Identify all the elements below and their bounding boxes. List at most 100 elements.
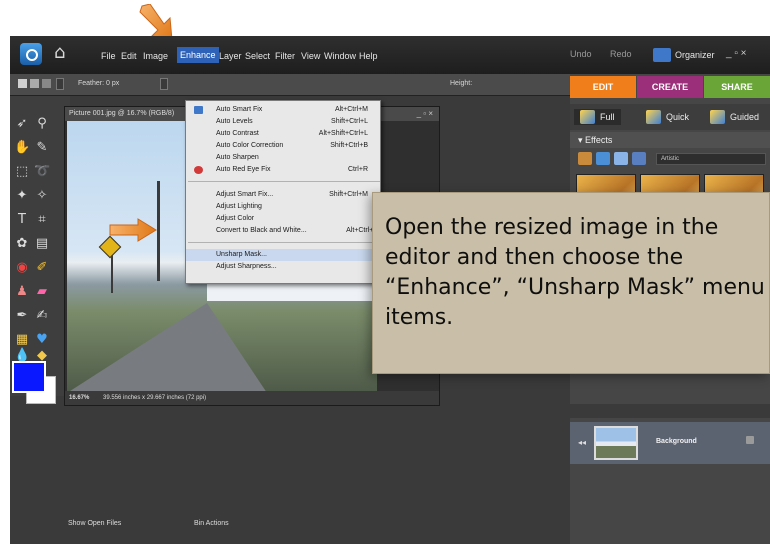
selection-add-icon[interactable] <box>30 79 39 88</box>
menu-item-auto-smart-fix[interactable]: Auto Smart Fix Alt+Ctrl+M <box>186 104 382 116</box>
menu-file[interactable]: File <box>98 49 119 63</box>
menu-item-label: Adjust Lighting <box>216 203 262 210</box>
smart-fix-icon <box>194 106 203 114</box>
menu-image[interactable]: Image <box>140 49 171 63</box>
brush-tool-icon[interactable]: ✒ <box>14 308 30 324</box>
quick-edit-icon <box>646 110 661 124</box>
mode-full-button[interactable]: Full <box>574 109 621 125</box>
lasso-tool-icon[interactable]: ➰ <box>34 164 50 180</box>
all-effects-icon[interactable] <box>632 152 646 165</box>
instruction-callout: Open the resized image in the editor and… <box>372 192 770 374</box>
mode-guided-button[interactable]: Guided <box>710 109 759 125</box>
edit-mode-row: Full Quick Guided <box>570 104 770 130</box>
layer-name: Background <box>656 438 697 445</box>
lock-icon[interactable] <box>746 436 754 444</box>
menu-item-convert-black-white[interactable]: Convert to Black and White... Alt+Ctrl+B <box>186 225 382 237</box>
eraser-tool-icon[interactable]: ▰ <box>34 284 50 300</box>
menu-item-auto-red-eye-fix[interactable]: Auto Red Eye Fix Ctrl+R <box>186 164 382 176</box>
menu-select[interactable]: Select <box>242 49 273 63</box>
pointer-arrow-right-icon <box>109 218 157 242</box>
cookie-cutter-tool-icon[interactable]: ✿ <box>14 236 30 252</box>
menu-filter[interactable]: Filter <box>272 49 298 63</box>
straighten-tool-icon[interactable]: ▤ <box>34 236 50 252</box>
menu-item-shortcut: Ctrl+R <box>347 166 368 173</box>
tab-edit[interactable]: EDIT <box>570 76 636 98</box>
menu-item-shortcut: Shift+Ctrl+B <box>330 142 368 149</box>
document-window-controls[interactable]: _ ▫ × <box>417 107 433 121</box>
hand-tool-icon[interactable]: ✋ <box>14 140 30 156</box>
gradient-tool-icon[interactable]: ▦ <box>14 332 30 348</box>
organizer-button[interactable]: Organizer <box>653 45 719 65</box>
foreground-color-swatch[interactable] <box>12 361 46 393</box>
menu-layer[interactable]: Layer <box>216 49 245 63</box>
home-icon[interactable]: ⌂ <box>54 44 65 62</box>
mode-quick-button[interactable]: Quick <box>646 109 689 125</box>
layer-row[interactable]: ◂◂ Background <box>570 422 770 464</box>
menu-window[interactable]: Window <box>321 49 359 63</box>
document-title: Picture 001.jpg @ 16.7% (RGB/8) <box>69 110 175 117</box>
menu-enhance[interactable]: Enhance <box>177 47 219 63</box>
bin-actions-menu[interactable]: Bin Actions <box>194 520 229 527</box>
anti-alias-checkbox[interactable] <box>160 78 168 90</box>
red-eye-tool-icon[interactable]: ◉ <box>14 260 30 276</box>
road <box>67 303 267 393</box>
photo-effects-icon[interactable] <box>614 152 628 165</box>
layer-styles-icon[interactable] <box>596 152 610 165</box>
menu-item-auto-sharpen[interactable]: Auto Sharpen <box>186 152 382 164</box>
redo-button[interactable]: Redo <box>610 49 632 59</box>
marquee-tool-icon[interactable]: ⬚ <box>14 164 30 180</box>
filters-icon[interactable] <box>578 152 592 165</box>
height-field[interactable]: Height: <box>450 80 472 87</box>
window-controls[interactable]: _ ▫ × <box>726 48 747 59</box>
magic-wand-tool-icon[interactable]: ✦ <box>14 188 30 204</box>
menu-item-adjust-sharpness[interactable]: Adjust Sharpness... <box>186 261 382 273</box>
callout-text: Open the resized image in the editor and… <box>385 215 765 330</box>
menu-item-shortcut: Alt+Shift+Ctrl+L <box>318 130 368 137</box>
layers-toolbar <box>570 404 770 418</box>
selection-subtract-icon[interactable] <box>42 79 51 88</box>
selection-new-icon[interactable] <box>18 79 27 88</box>
menu-item-auto-contrast[interactable]: Auto Contrast Alt+Shift+Ctrl+L <box>186 128 382 140</box>
effects-panel-header[interactable]: ▾ Effects <box>570 132 770 148</box>
quick-selection-tool-icon[interactable]: ✧ <box>34 188 50 204</box>
type-tool-icon[interactable]: T <box>14 212 30 228</box>
mode-guided-label: Guided <box>730 112 760 122</box>
smart-brush-tool-icon[interactable]: ✍ <box>34 308 50 324</box>
document-size: 39.556 inches x 29.667 inches (72 ppi) <box>103 395 207 401</box>
menu-item-label: Auto Color Correction <box>216 142 284 149</box>
shape-tool-icon[interactable]: ♥ <box>34 332 50 348</box>
menu-edit[interactable]: Edit <box>118 49 140 63</box>
tab-share[interactable]: SHARE <box>704 76 770 98</box>
zoom-tool-icon[interactable]: ⚲ <box>34 116 50 132</box>
menu-item-unsharp-mask[interactable]: Unsharp Mask... <box>186 249 382 261</box>
menu-item-label: Adjust Sharpness... <box>216 263 277 270</box>
show-open-files-dropdown[interactable]: Show Open Files <box>68 520 121 527</box>
zoom-level[interactable]: 16.67% <box>69 395 89 401</box>
menu-view[interactable]: View <box>298 49 323 63</box>
undo-button[interactable]: Undo <box>570 49 592 59</box>
menu-item-auto-color-correction[interactable]: Auto Color Correction Shift+Ctrl+B <box>186 140 382 152</box>
crop-tool-icon[interactable]: ⌗ <box>34 212 50 228</box>
tab-create[interactable]: CREATE <box>637 76 703 98</box>
menu-item-adjust-color[interactable]: Adjust Color ▸ <box>186 213 382 225</box>
menu-item-label: Auto Smart Fix <box>216 106 263 113</box>
eyedropper-tool-icon[interactable]: ✎ <box>34 140 50 156</box>
clone-stamp-tool-icon[interactable]: ♟ <box>14 284 30 300</box>
tools-panel: ➶ ⚲ ✋ ✎ ⬚ ➰ ✦ ✧ T ⌗ ✿ ▤ ◉ ✐ ♟ ▰ ✒ ✍ ▦ ♥ … <box>10 96 70 404</box>
effects-category-select[interactable]: Artistic <box>656 153 766 165</box>
menu-item-adjust-smart-fix[interactable]: Adjust Smart Fix... Shift+Ctrl+M <box>186 189 382 201</box>
effects-toolbar: Artistic <box>578 152 768 168</box>
menu-item-auto-levels[interactable]: Auto Levels Shift+Ctrl+L <box>186 116 382 128</box>
healing-brush-tool-icon[interactable]: ✐ <box>34 260 50 276</box>
organizer-icon <box>653 48 671 62</box>
layer-visibility-icon[interactable]: ◂◂ <box>578 438 586 447</box>
feather-field[interactable]: Feather: 0 px <box>78 80 119 87</box>
menu-item-label: Convert to Black and White... <box>216 227 307 234</box>
menu-separator <box>188 242 380 243</box>
mode-quick-label: Quick <box>666 112 690 122</box>
effects-title: Effects <box>585 135 613 145</box>
menu-item-adjust-lighting[interactable]: Adjust Lighting ▸ <box>186 201 382 213</box>
selection-intersect-icon[interactable] <box>56 78 64 90</box>
menu-help[interactable]: Help <box>356 49 381 63</box>
move-tool-icon[interactable]: ➶ <box>14 116 30 132</box>
